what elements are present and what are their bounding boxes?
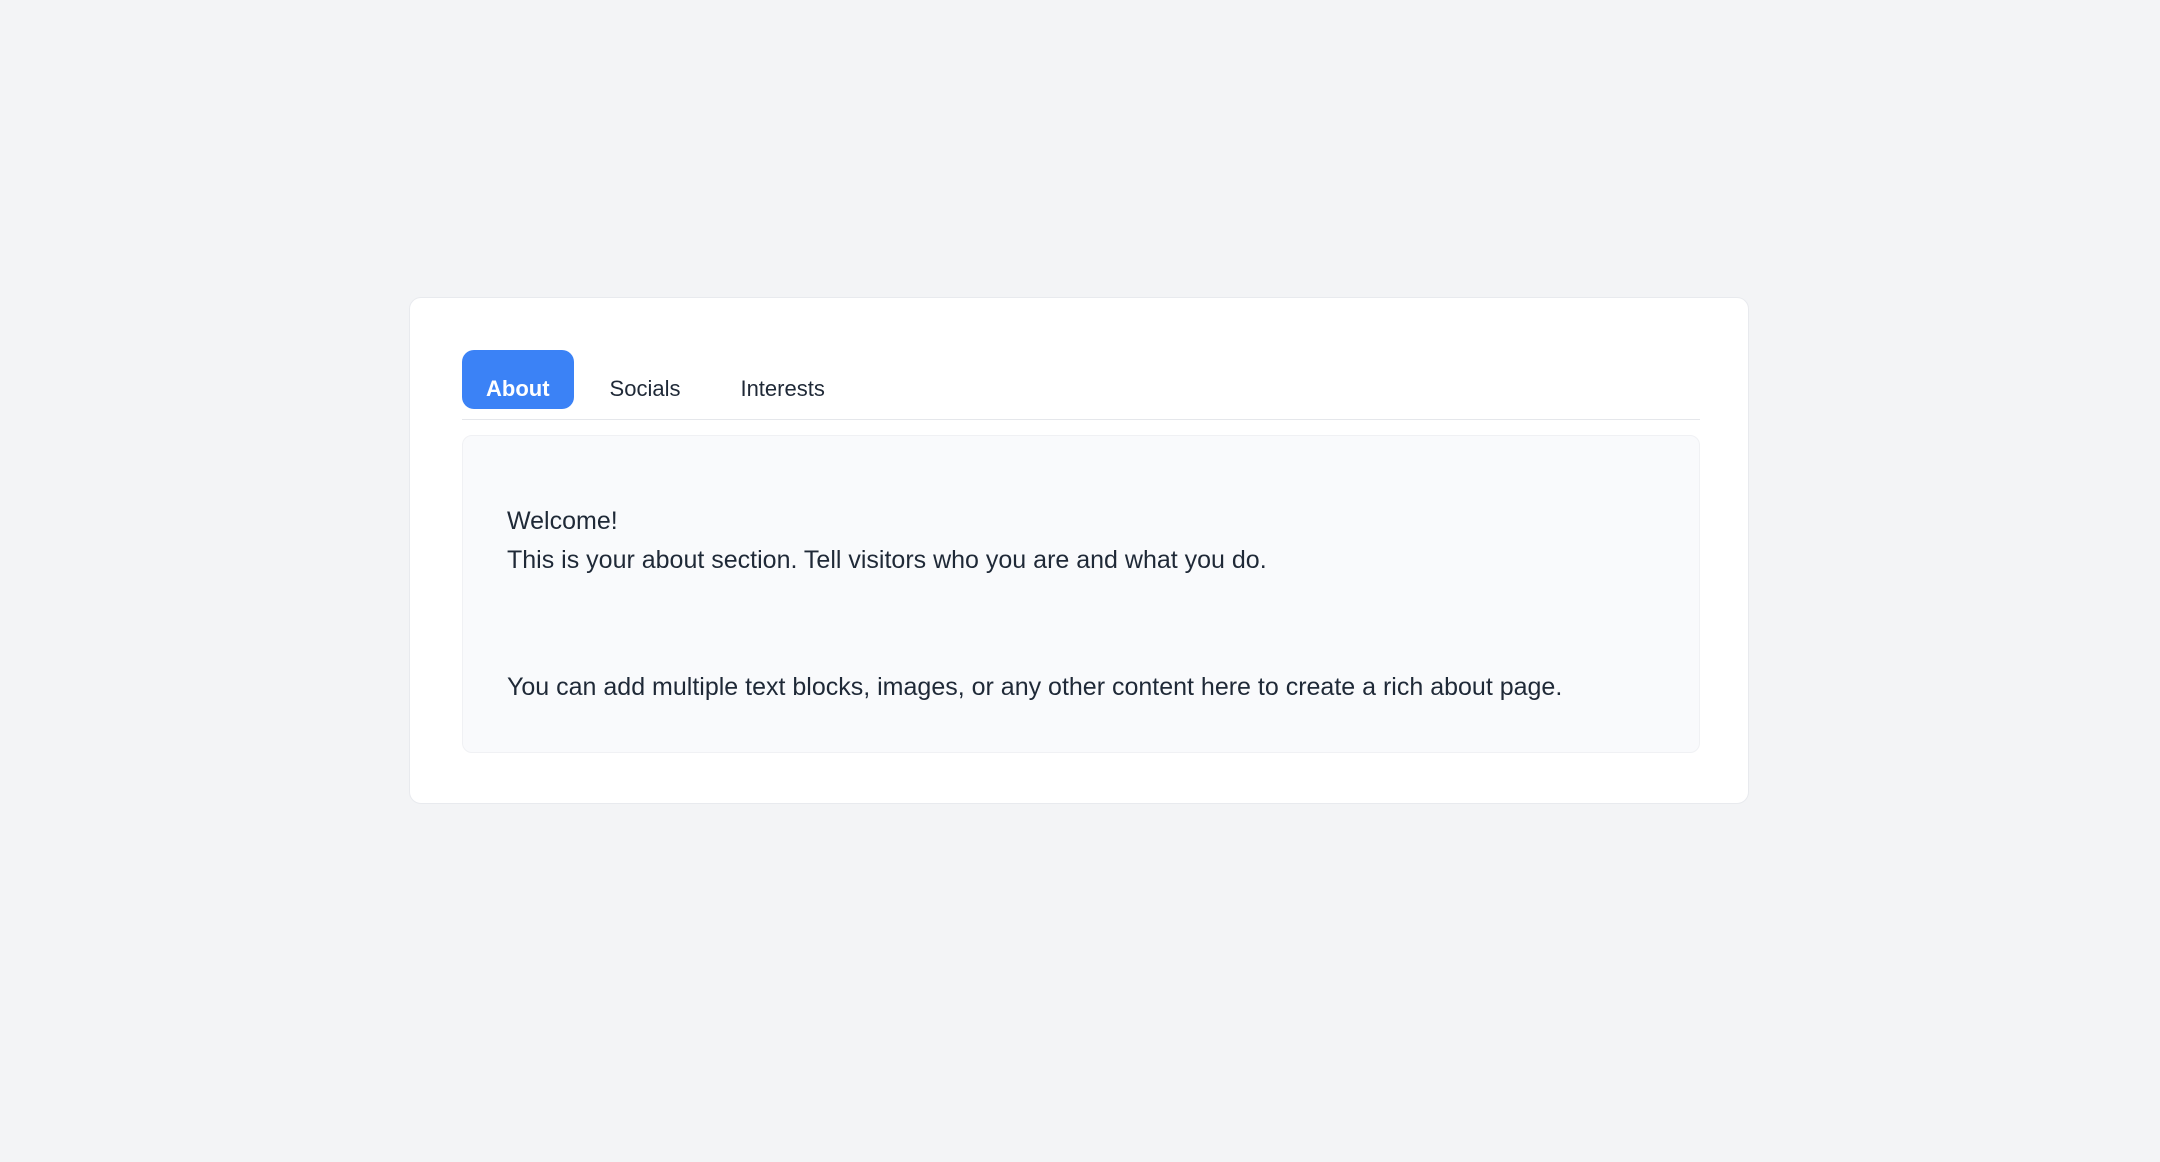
about-intro: This is your about section. Tell visitor…: [507, 546, 1267, 574]
about-body: You can add multiple text blocks, images…: [507, 673, 1563, 701]
about-panel: Welcome! This is your about section. Tel…: [462, 435, 1700, 753]
about-heading: Welcome!: [507, 507, 618, 535]
tab-about[interactable]: About: [462, 350, 574, 409]
tab-bar: About Socials Interests: [462, 350, 1700, 420]
tab-socials[interactable]: Socials: [586, 350, 705, 409]
profile-card: About Socials Interests Welcome! This is…: [409, 297, 1749, 804]
tab-interests[interactable]: Interests: [716, 350, 848, 409]
